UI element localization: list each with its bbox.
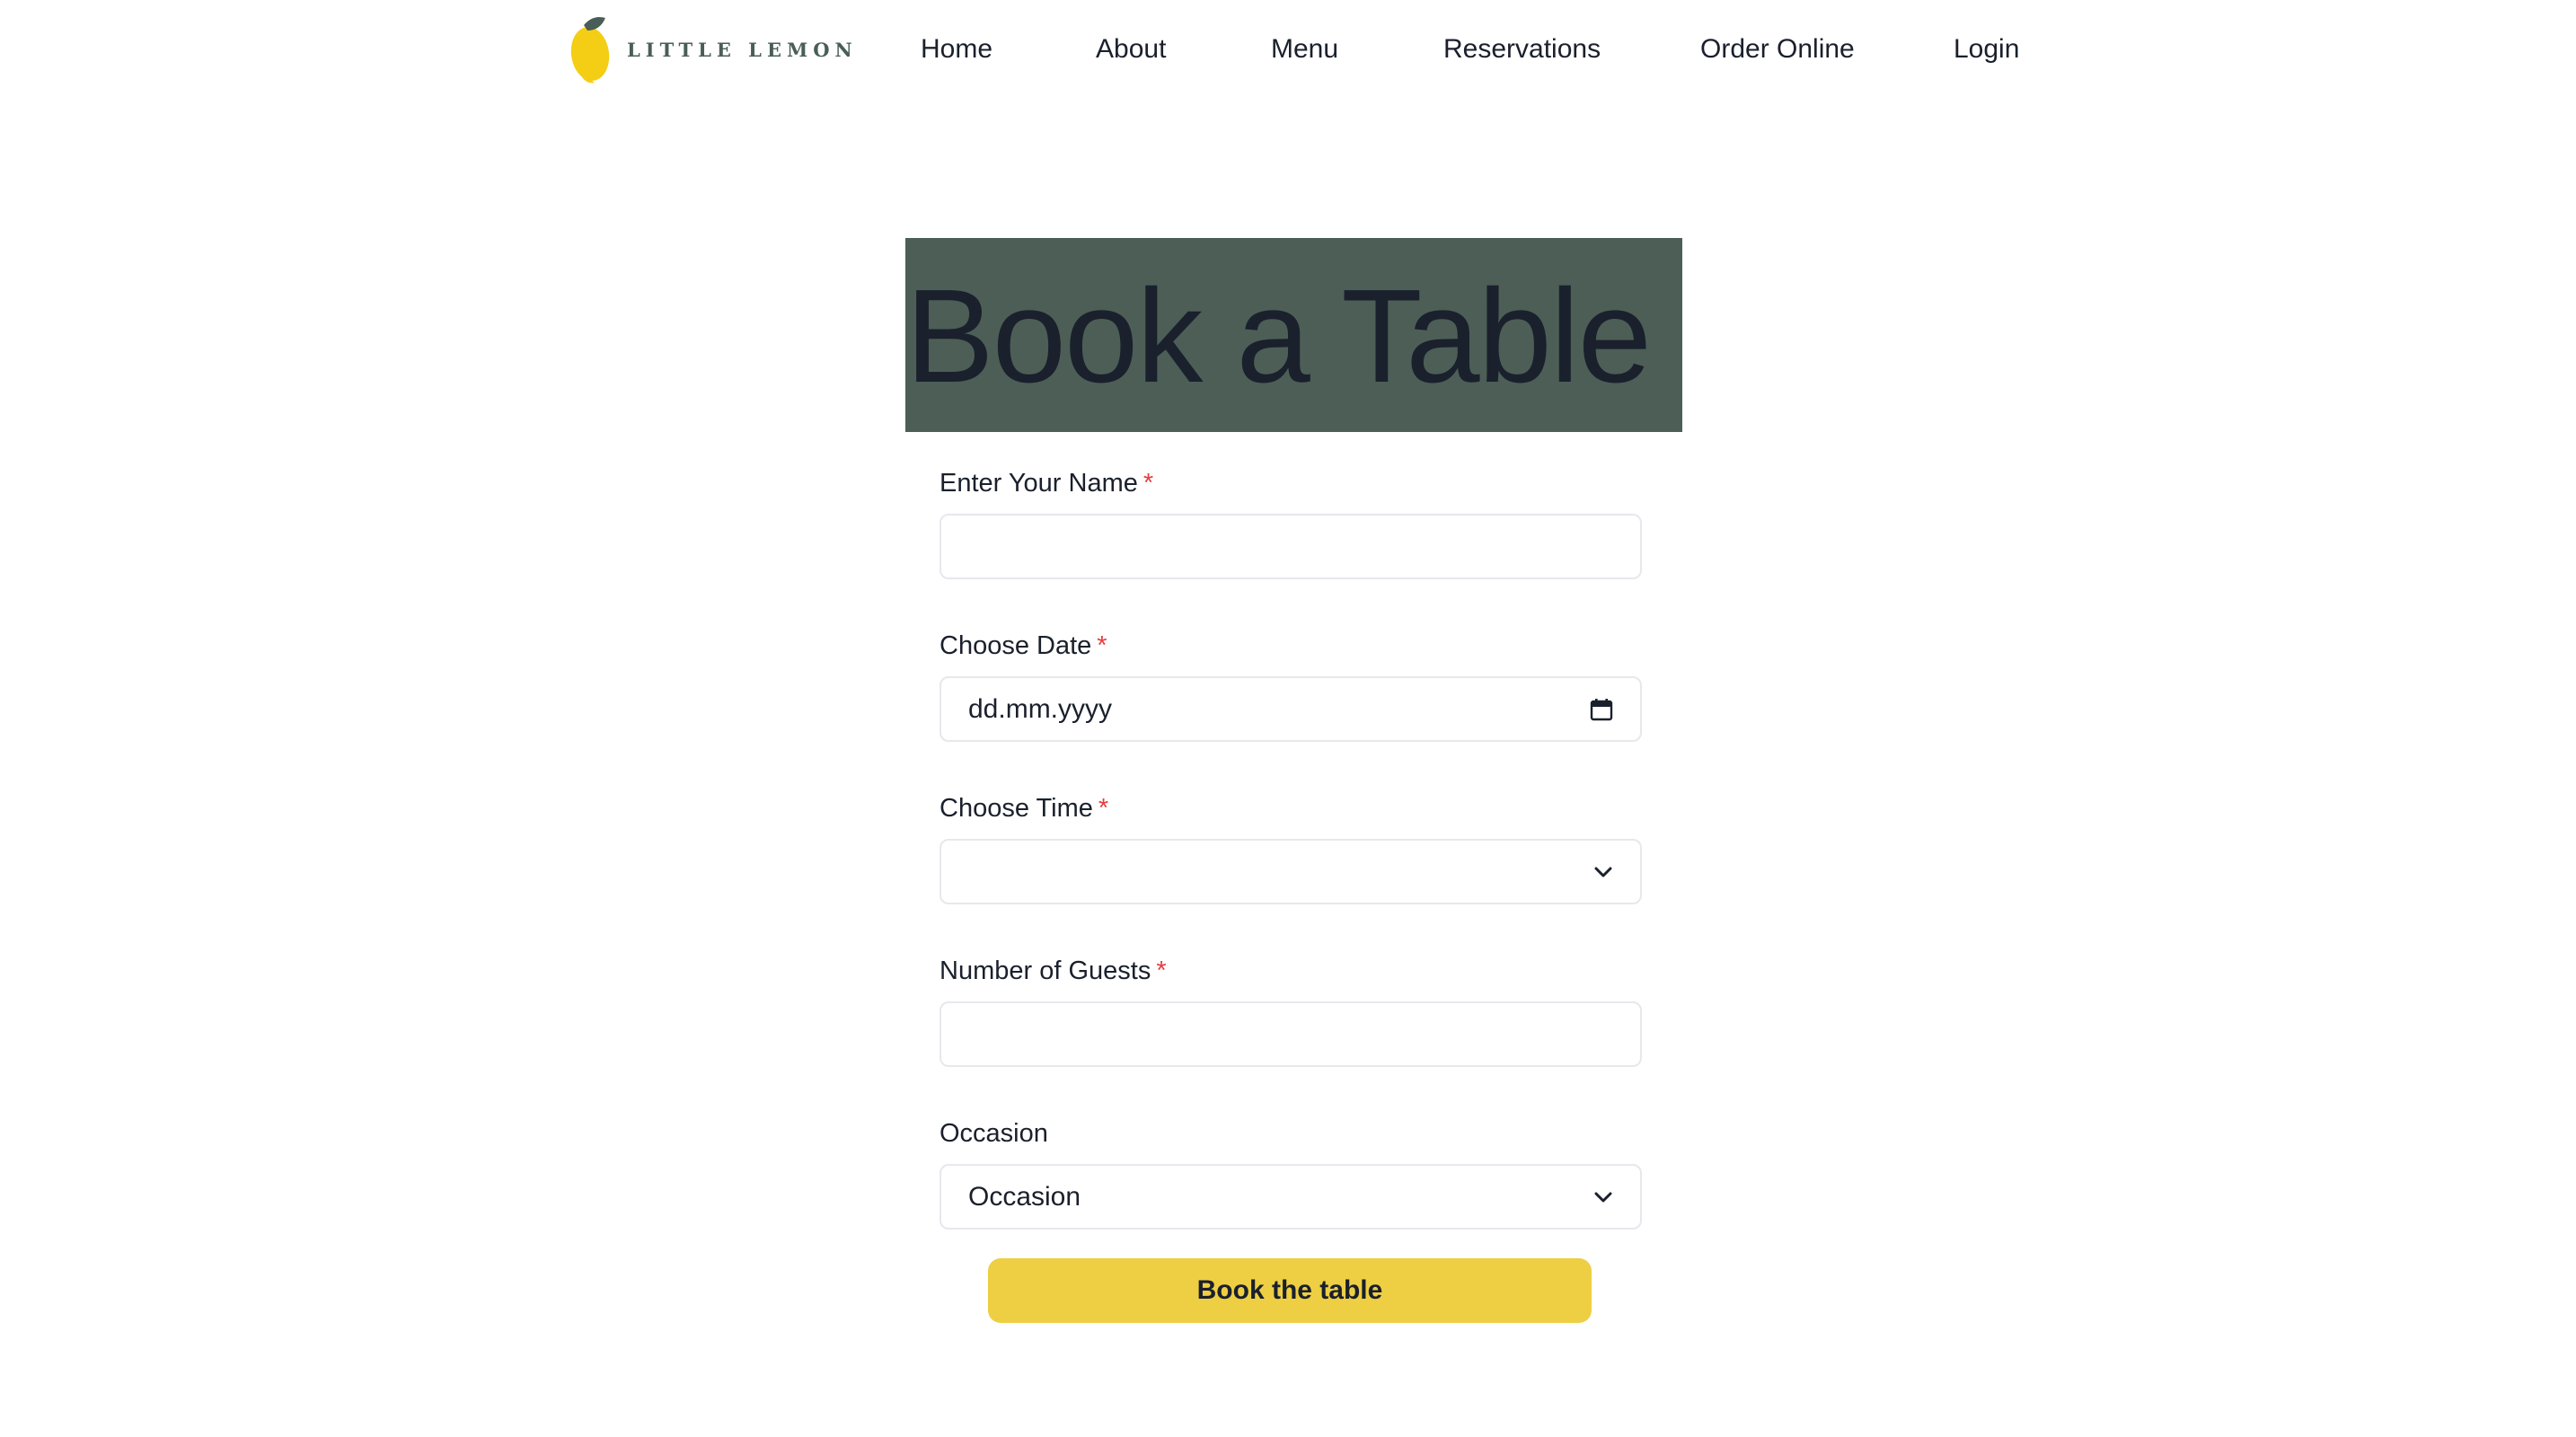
guests-input[interactable] — [940, 1001, 1642, 1067]
booking-hero: Book a Table — [905, 238, 1682, 432]
chevron-down-icon — [1593, 866, 1613, 878]
calendar-icon[interactable] — [1590, 698, 1613, 721]
guests-label: Number of Guests * — [940, 957, 1167, 985]
booking-form: Enter Your Name * Choose Date * dd.mm.yyyy — [940, 467, 1642, 1230]
nav-item-login[interactable]: Login — [1954, 32, 2019, 66]
date-input[interactable]: dd.mm.yyyy — [940, 676, 1642, 742]
occasion-selected-value: Occasion — [968, 1181, 1081, 1212]
chevron-down-icon — [1593, 1191, 1613, 1203]
date-label: Choose Date * — [940, 631, 1107, 660]
top-navigation: LITTLE LEMON Home About Menu Reservation… — [0, 0, 2576, 99]
nav-item-order-online[interactable]: Order Online — [1700, 32, 1855, 66]
nav-item-menu[interactable]: Menu — [1271, 32, 1338, 66]
nav-item-reservations[interactable]: Reservations — [1443, 32, 1601, 66]
occasion-label: Occasion — [940, 1119, 1048, 1148]
time-select[interactable] — [940, 839, 1642, 904]
required-marker: * — [1142, 469, 1154, 498]
occasion-field-group: Occasion Occasion — [940, 1117, 1642, 1230]
nav-item-home[interactable]: Home — [921, 32, 992, 66]
required-marker: * — [1098, 794, 1109, 823]
occasion-select[interactable]: Occasion — [940, 1164, 1642, 1230]
date-field-group: Choose Date * dd.mm.yyyy — [940, 630, 1642, 742]
guests-field-group: Number of Guests * — [940, 955, 1642, 1067]
required-marker: * — [1156, 957, 1167, 985]
nav-menu: Home About Menu Reservations Order Onlin… — [0, 0, 2576, 99]
page-title: Book a Table — [905, 262, 1652, 410]
date-placeholder: dd.mm.yyyy — [968, 693, 1113, 724]
name-field-group: Enter Your Name * — [940, 467, 1642, 579]
time-field-group: Choose Time * — [940, 792, 1642, 904]
time-label: Choose Time * — [940, 794, 1109, 823]
name-input[interactable] — [940, 514, 1642, 579]
required-marker: * — [1097, 631, 1107, 660]
book-table-button[interactable]: Book the table — [988, 1258, 1592, 1323]
name-label: Enter Your Name * — [940, 469, 1154, 498]
nav-item-about[interactable]: About — [1096, 32, 1166, 66]
